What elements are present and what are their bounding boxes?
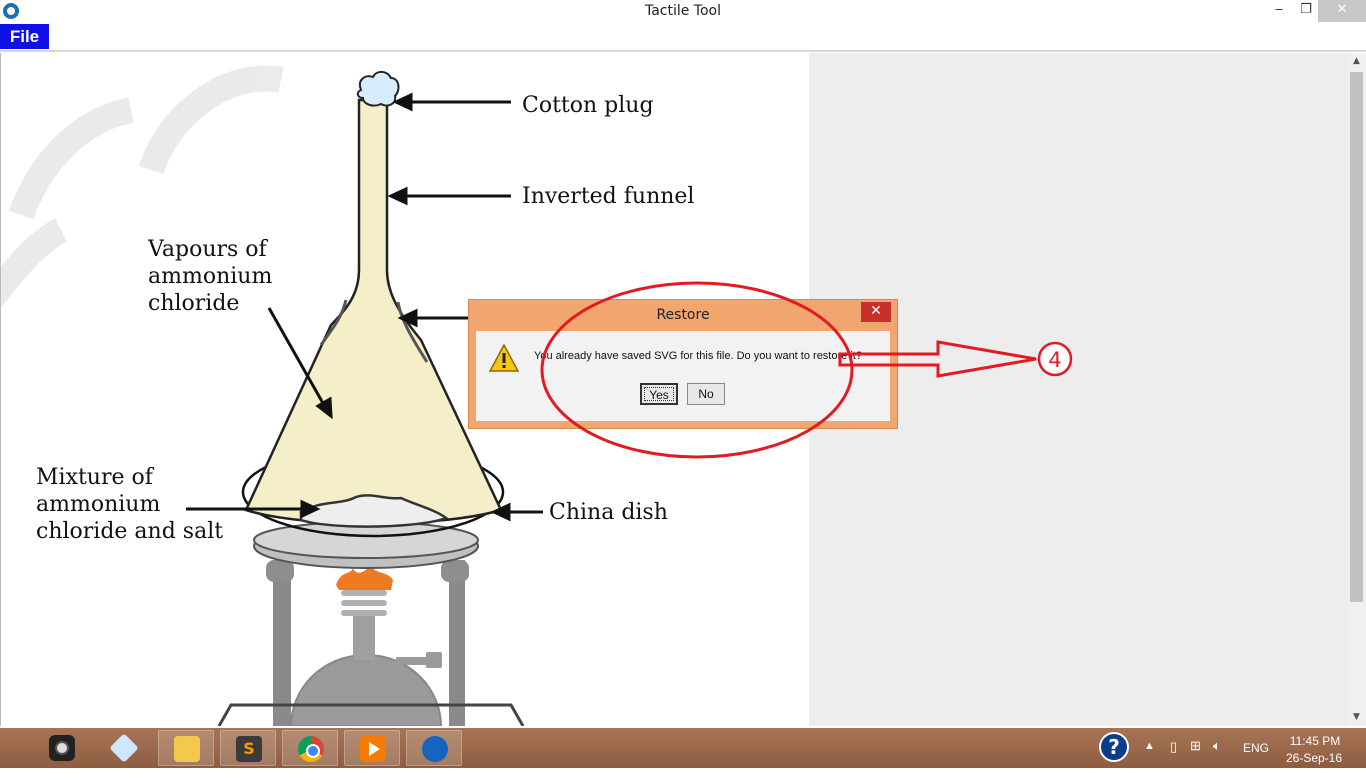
title-bar: Tactile Tool ‒ ❐ ✕ <box>0 0 1366 22</box>
clock-time[interactable]: 11:45 PM <box>1288 734 1342 748</box>
taskbar-sublime-text[interactable]: S <box>220 730 276 766</box>
taskbar-file-explorer[interactable] <box>158 730 214 766</box>
taskbar-camera-app[interactable] <box>34 730 90 766</box>
vertical-scrollbar[interactable]: ▲ ▼ <box>1347 53 1366 726</box>
label-mixture-3: chloride and salt <box>36 519 224 544</box>
network-icon[interactable]: ⊞ <box>1190 738 1201 778</box>
taskbar-chrome[interactable] <box>282 730 338 766</box>
taskbar-media-player[interactable] <box>344 730 400 766</box>
menu-bar: File <box>0 22 1366 52</box>
minimize-button[interactable]: ‒ <box>1265 0 1293 22</box>
dialog-message: You already have saved SVG for this file… <box>534 350 862 362</box>
clock-date[interactable]: 26-Sep-16 <box>1282 751 1346 765</box>
warning-icon <box>488 343 520 372</box>
taskbar-touch-tool[interactable] <box>406 730 462 766</box>
taskbar-cube-app[interactable] <box>96 730 152 766</box>
help-icon[interactable]: ? <box>1099 732 1129 762</box>
label-vapours-1: Vapours of <box>148 237 267 262</box>
label-mixture-2: ammonium <box>36 492 161 517</box>
sublime-icon: S <box>236 736 262 762</box>
scroll-up-icon[interactable]: ▲ <box>1347 53 1366 70</box>
label-cotton-plug: Cotton plug <box>522 93 654 118</box>
restore-dialog: Restore ✕ You already have saved SVG for… <box>468 299 898 429</box>
touch-tool-icon <box>422 736 448 762</box>
folder-icon <box>174 736 200 762</box>
burner <box>289 565 443 726</box>
device-icon[interactable]: ▯ <box>1170 739 1177 779</box>
maximize-button[interactable]: ❐ <box>1292 0 1320 22</box>
camera-icon <box>49 735 75 761</box>
label-inverted-funnel: Inverted funnel <box>522 184 695 209</box>
language-indicator[interactable]: ENG <box>1243 741 1269 755</box>
cube-icon <box>109 733 139 763</box>
chrome-icon <box>298 736 324 762</box>
scroll-down-icon[interactable]: ▼ <box>1347 709 1366 726</box>
media-player-icon <box>360 736 386 762</box>
window-title: Tactile Tool <box>644 3 722 19</box>
show-hidden-icons-icon[interactable]: ▲ <box>1144 740 1155 780</box>
scroll-thumb[interactable] <box>1350 72 1363 602</box>
label-china-dish: China dish <box>549 500 668 525</box>
dialog-body: You already have saved SVG for this file… <box>476 331 890 421</box>
label-mixture-1: Mixture of <box>36 465 153 490</box>
no-button[interactable]: No <box>687 383 725 405</box>
taskbar: S ? ▲ ▯ ⊞ 🔈︎ ENG 11:45 PM 26-Sep-16 <box>0 728 1366 768</box>
label-vapours-3: chloride <box>148 291 240 316</box>
yes-button[interactable]: Yes <box>640 383 678 405</box>
cotton-plug <box>356 70 400 107</box>
dialog-title: Restore <box>656 307 710 323</box>
volume-icon[interactable]: 🔈︎ <box>1213 738 1221 778</box>
file-menu[interactable]: File <box>0 24 49 49</box>
label-vapours-2: ammonium <box>148 264 273 289</box>
dialog-close-button[interactable]: ✕ <box>861 302 891 322</box>
inverted-funnel <box>244 98 503 525</box>
close-button[interactable]: ✕ <box>1318 0 1366 22</box>
